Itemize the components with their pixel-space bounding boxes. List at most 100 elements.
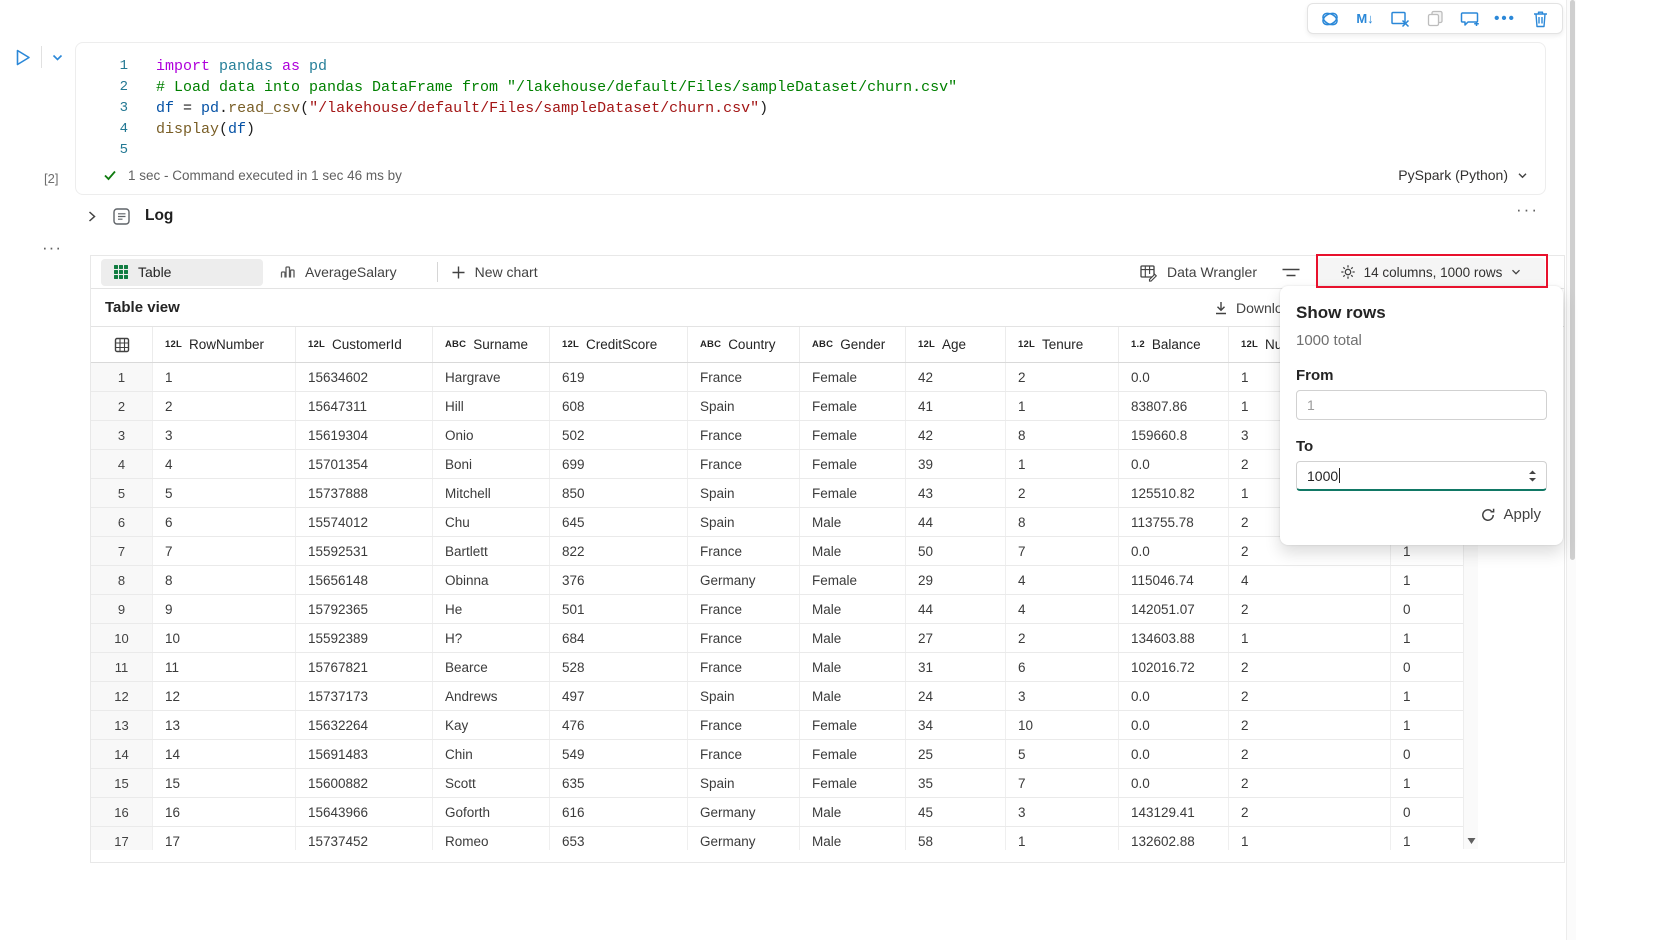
table-row[interactable]: 3315619304Onio502FranceFemale428159660.8… [91, 421, 1463, 450]
table-row[interactable]: 101015592389H?684FranceMale272134603.881… [91, 624, 1463, 653]
table-cell: Germany [688, 798, 800, 826]
copilot-icon[interactable] [1317, 6, 1343, 32]
header-cell[interactable]: 12LCustomerId [296, 327, 433, 362]
table-row[interactable]: 111115767821Bearce528FranceMale316102016… [91, 653, 1463, 682]
table-cell: 850 [550, 479, 688, 507]
table-cell: 2 [1229, 653, 1391, 681]
tab-averagesalary-label: AverageSalary [305, 264, 397, 280]
page-scrollbar[interactable] [1566, 0, 1576, 940]
code-line: 1 import pandas as pd [76, 56, 1545, 77]
table-row[interactable]: 121215737173Andrews497SpainMale2430.021 [91, 682, 1463, 711]
table-cell: 15632264 [296, 711, 433, 739]
table-cell: Onio [433, 421, 550, 449]
chevron-right-icon [86, 210, 98, 223]
table-row[interactable]: 9915792365He501FranceMale444142051.0720 [91, 595, 1463, 624]
success-check-icon [102, 167, 118, 183]
header-cell[interactable]: 12LRowNumber [153, 327, 296, 362]
more-actions-icon[interactable]: ••• [1492, 6, 1518, 32]
table-cell: 13 [153, 711, 296, 739]
cell-gutter-more-icon[interactable]: ··· [42, 238, 62, 258]
table-cell: 2 [1229, 595, 1391, 623]
rows-total: 1000 total [1296, 332, 1547, 349]
table-cell: 1 [1391, 711, 1463, 739]
filter-icon[interactable] [1281, 266, 1301, 279]
table-cell: 58 [906, 827, 1006, 850]
output-more-icon[interactable]: ··· [1516, 200, 1539, 220]
new-chart-button[interactable]: New chart [451, 264, 538, 280]
column-type-badge: 12L [308, 339, 325, 350]
kernel-label: PySpark (Python) [1398, 167, 1508, 183]
popup-title: Show rows [1296, 303, 1547, 323]
run-options-chevron-icon[interactable] [50, 50, 65, 65]
table-cell: Chu [433, 508, 550, 536]
column-label: Age [942, 337, 966, 352]
convert-to-markdown-icon[interactable]: M↓ [1352, 6, 1378, 32]
page-scroll-thumb[interactable] [1570, 0, 1575, 560]
clear-output-icon[interactable] [1387, 6, 1413, 32]
table-cell: Male [800, 508, 906, 536]
table-row[interactable]: 151515600882Scott635SpainFemale3570.021 [91, 769, 1463, 798]
kernel-selector[interactable]: PySpark (Python) [1398, 167, 1529, 183]
add-comment-icon[interactable] [1457, 6, 1483, 32]
table-cell: France [688, 421, 800, 449]
table-row[interactable]: 5515737888Mitchell850SpainFemale43212551… [91, 479, 1463, 508]
table-cell: 15792365 [296, 595, 433, 623]
header-cell[interactable]: 12LTenure [1006, 327, 1119, 362]
table-cell: Spain [688, 479, 800, 507]
table-cell: 15737173 [296, 682, 433, 710]
table-cell: 7 [1006, 537, 1119, 565]
table-cell: France [688, 653, 800, 681]
row-index-cell: 16 [91, 798, 153, 826]
table-cell: 497 [550, 682, 688, 710]
code-editor[interactable]: 1 import pandas as pd 2 # Load data into… [76, 43, 1545, 161]
table-row[interactable]: 8815656148Obinna376GermanyFemale29411504… [91, 566, 1463, 595]
from-input[interactable]: 1 [1296, 390, 1547, 420]
number-spinner[interactable] [1527, 462, 1538, 489]
apply-button[interactable]: Apply [1296, 506, 1547, 523]
chevron-down-icon [1510, 266, 1522, 278]
delete-cell-icon[interactable] [1527, 6, 1553, 32]
table-row[interactable]: 161615643966Goforth616GermanyMale4531431… [91, 798, 1463, 827]
table-cell: Boni [433, 450, 550, 478]
table-cell: Spain [688, 682, 800, 710]
header-cell[interactable]: 12LCreditScore [550, 327, 688, 362]
table-cell: 15592531 [296, 537, 433, 565]
table-cell: Female [800, 363, 906, 391]
table-row[interactable]: 131315632264Kay476FranceFemale34100.021 [91, 711, 1463, 740]
table-cell: 4 [153, 450, 296, 478]
header-cell[interactable]: 12LAge [906, 327, 1006, 362]
tab-table-label: Table [138, 264, 171, 280]
table-cell: 15691483 [296, 740, 433, 768]
table-row[interactable]: 6615574012Chu645SpainMale448113755.782 [91, 508, 1463, 537]
code-cell[interactable]: 1 import pandas as pd 2 # Load data into… [75, 42, 1546, 195]
scroll-down-icon[interactable] [1464, 833, 1479, 849]
table-cell: 17 [153, 827, 296, 850]
to-input[interactable]: 1000 [1296, 461, 1547, 491]
table-cell: 7 [153, 537, 296, 565]
rows-settings-button[interactable]: 14 columns, 1000 rows [1317, 258, 1545, 287]
table-cell: Obinna [433, 566, 550, 594]
table-cell: 83807.86 [1119, 392, 1229, 420]
table-corner-cell[interactable] [91, 327, 153, 362]
table-row[interactable]: 171715737452Romeo653GermanyMale581132602… [91, 827, 1463, 850]
data-wrangler-button[interactable]: Data Wrangler [1139, 263, 1257, 282]
table-row[interactable]: 4415701354Boni699FranceFemale3910.02 [91, 450, 1463, 479]
table-cell: 45 [906, 798, 1006, 826]
tab-table[interactable]: Table [101, 259, 263, 286]
run-cell-button[interactable] [12, 47, 33, 68]
header-cell[interactable]: 1.2Balance [1119, 327, 1229, 362]
tab-averagesalary[interactable]: AverageSalary [279, 264, 397, 280]
table-row[interactable]: 141415691483Chin549FranceFemale2550.020 [91, 740, 1463, 769]
table-row[interactable]: 2215647311Hill608SpainFemale41183807.861 [91, 392, 1463, 421]
header-cell[interactable]: ABCGender [800, 327, 906, 362]
header-cell[interactable]: ABCCountry [688, 327, 800, 362]
execution-count: [2] [44, 171, 58, 186]
header-cell[interactable]: ABCSurname [433, 327, 550, 362]
table-row[interactable]: 1115634602Hargrave619FranceFemale4220.01 [91, 363, 1463, 392]
table-row[interactable]: 7715592531Bartlett822FranceMale5070.021 [91, 537, 1463, 566]
row-index-cell: 3 [91, 421, 153, 449]
log-section-header[interactable]: Log [86, 203, 173, 229]
table-cell: Female [800, 711, 906, 739]
from-label: From [1296, 367, 1547, 384]
from-placeholder: 1 [1307, 397, 1315, 413]
